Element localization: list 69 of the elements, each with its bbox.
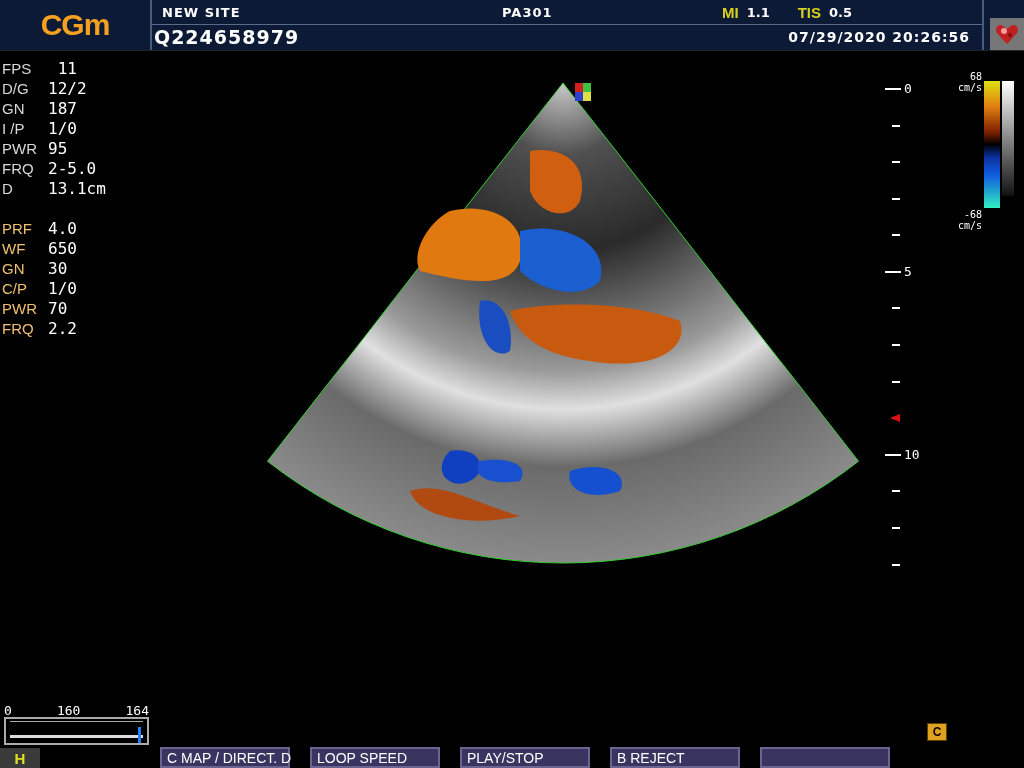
depth-tick xyxy=(892,344,900,347)
depth-tick xyxy=(892,161,900,164)
depth-label: 5 xyxy=(904,264,912,280)
parameter-label: PWR xyxy=(2,300,38,318)
velocity-unit: cm/s xyxy=(957,219,982,231)
cine-slider[interactable] xyxy=(4,717,149,746)
softkey-button[interactable]: LOOP SPEED xyxy=(310,747,440,768)
cine-current: 160 xyxy=(56,704,81,718)
parameter-label: C/P xyxy=(2,280,28,298)
parameter-label: FRQ xyxy=(2,160,35,178)
date-time: 07/29/2020 20:26:56 xyxy=(788,29,970,46)
parameter-label: WF xyxy=(2,240,27,258)
parameter-value: 187 xyxy=(48,99,77,119)
tis-value: 0.5 xyxy=(829,4,853,20)
heart-icon-button[interactable] xyxy=(990,18,1024,50)
logo: CGm xyxy=(39,6,111,43)
parameter-label: GN xyxy=(2,100,26,118)
site-name: NEW SITE xyxy=(162,4,242,20)
parameter-label: FPS xyxy=(2,60,33,78)
softkey-button[interactable]: C MAP / DIRECT. D xyxy=(160,747,290,768)
mi-label: MI xyxy=(722,3,739,21)
softkey-button[interactable]: PLAY/STOP xyxy=(460,747,590,768)
depth-tick xyxy=(892,527,900,530)
depth-tick xyxy=(885,87,901,90)
parameter-label: D/G xyxy=(2,80,30,98)
probe-name: PA301 xyxy=(502,4,554,20)
focus-marker-icon xyxy=(890,414,900,423)
parameter-label: GN xyxy=(2,260,26,278)
patient-id: Q224658979 xyxy=(154,26,300,49)
orientation-marker-icon xyxy=(575,82,591,101)
parameter-value: 13.1cm xyxy=(48,179,106,199)
parameter-value: 2.2 xyxy=(48,319,77,339)
depth-label: 10 xyxy=(904,447,920,463)
parameter-value: 4.0 xyxy=(48,219,77,239)
depth-tick xyxy=(885,270,901,273)
depth-tick xyxy=(892,124,900,127)
velocity-unit: cm/s xyxy=(957,81,982,93)
softkey-button[interactable]: B REJECT xyxy=(610,747,740,768)
cine-start: 0 xyxy=(4,704,12,718)
depth-tick xyxy=(892,307,900,310)
cine-badge: C xyxy=(927,723,947,742)
parameter-label: PWR xyxy=(2,140,38,158)
depth-label: 0 xyxy=(904,81,912,97)
blank-softkey-button[interactable] xyxy=(760,747,890,768)
depth-tick xyxy=(892,197,900,200)
parameter-value: 11 xyxy=(56,59,77,79)
velocity-max: 68 xyxy=(969,70,982,82)
parameter-value: 70 xyxy=(48,299,68,319)
cine-end: 164 xyxy=(125,704,149,718)
parameter-value: 1/0 xyxy=(48,279,77,299)
parameter-value: 2-5.0 xyxy=(48,159,97,179)
depth-tick xyxy=(892,380,900,383)
mi-value: 1.1 xyxy=(746,4,770,20)
depth-tick xyxy=(892,563,900,566)
parameter-label: I /P xyxy=(2,120,26,138)
parameter-label: FRQ xyxy=(2,320,35,338)
depth-tick xyxy=(892,234,900,237)
parameter-value: 30 xyxy=(48,259,68,279)
parameter-value: 12/2 xyxy=(48,79,87,99)
parameter-label: D xyxy=(2,180,14,198)
parameter-value: 1/0 xyxy=(48,119,77,139)
parameter-label: PRF xyxy=(2,220,33,238)
depth-tick xyxy=(892,490,900,493)
velocity-min: -68 xyxy=(963,208,982,220)
mode-indicator: H xyxy=(0,748,40,768)
tis-label: TIS xyxy=(797,3,822,21)
parameter-value: 650 xyxy=(48,239,77,259)
depth-tick xyxy=(885,453,901,456)
parameter-value: 95 xyxy=(48,139,68,159)
